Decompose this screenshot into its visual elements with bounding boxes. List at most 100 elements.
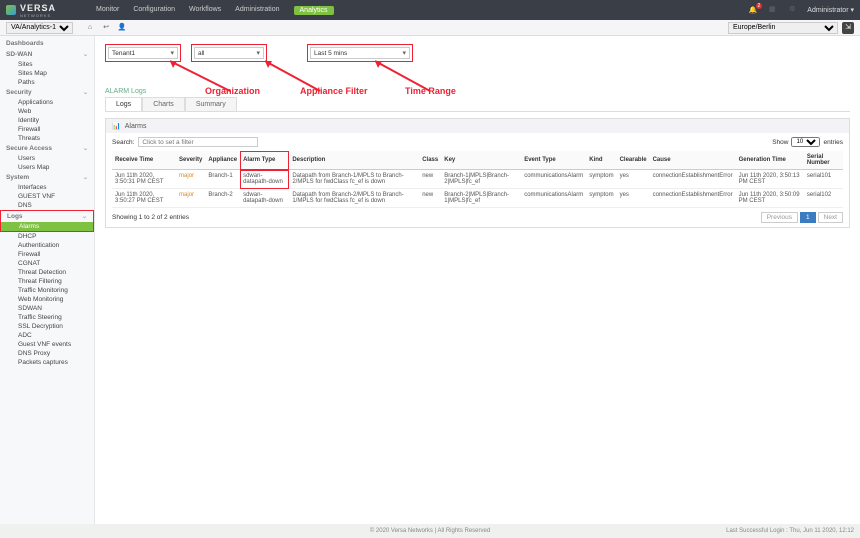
col-appliance[interactable]: Appliance: [205, 151, 240, 170]
user-icon[interactable]: 👤: [117, 23, 127, 33]
show-label: Show: [772, 139, 788, 146]
pager-prev[interactable]: Previous: [761, 212, 798, 223]
back-icon[interactable]: ↩: [101, 23, 111, 33]
sidebar-item-threat-detection[interactable]: Threat Detection: [0, 268, 94, 277]
cell-event-type: communicationsAlarm: [521, 189, 586, 208]
cell-cause: connectionEstablishmentError: [650, 189, 736, 208]
col-generation-time[interactable]: Generation Time: [736, 151, 804, 170]
chart-icon: 📊: [112, 122, 121, 130]
entries-label: entries: [823, 139, 843, 146]
col-clearable[interactable]: Clearable: [617, 151, 650, 170]
nav-analytics[interactable]: Analytics: [294, 6, 334, 15]
cell-receive-time: Jun 11th 2020, 3:50:27 PM CEST: [112, 189, 176, 208]
col-alarm-type[interactable]: Alarm Type: [240, 151, 289, 170]
settings-icon[interactable]: ⚙: [787, 5, 797, 15]
sidebar-item-threat-filtering[interactable]: Threat Filtering: [0, 277, 94, 286]
cell-class: new: [419, 189, 441, 208]
sidebar-item-users[interactable]: Users: [0, 154, 94, 163]
sidebar-group-logs[interactable]: Logs⌄: [1, 211, 93, 222]
log-tabs: Logs Charts Summary: [105, 97, 850, 112]
nav-configuration[interactable]: Configuration: [133, 6, 175, 15]
sidebar-logs-highlight: Logs⌄ Alarms: [0, 210, 94, 232]
chevron-down-icon: ⌄: [83, 51, 88, 58]
col-class[interactable]: Class: [419, 151, 441, 170]
timezone-select[interactable]: Europe/Berlin: [728, 22, 838, 34]
sidebar-item-applications[interactable]: Applications: [0, 98, 94, 107]
sidebar-item-dns-proxy[interactable]: DNS Proxy: [0, 349, 94, 358]
cell-serial-number: serial102: [804, 189, 843, 208]
col-severity[interactable]: Severity: [176, 151, 205, 170]
sidebar-item-alarms[interactable]: Alarms: [1, 222, 93, 231]
sidebar-item-traffic-steering[interactable]: Traffic Steering: [0, 313, 94, 322]
col-serial-number[interactable]: Serial Number: [804, 151, 843, 170]
tab-summary[interactable]: Summary: [185, 97, 237, 111]
cell-class: new: [419, 170, 441, 189]
sidebar-item-authentication[interactable]: Authentication: [0, 241, 94, 250]
search-input[interactable]: [138, 137, 258, 147]
sidebar-item-users-map[interactable]: Users Map: [0, 163, 94, 172]
col-kind[interactable]: Kind: [586, 151, 616, 170]
sidebar-item-guest-vnf[interactable]: GUEST VNF: [0, 192, 94, 201]
sidebar-item-guest-vnf-events[interactable]: Guest VNF events: [0, 340, 94, 349]
sidebar-item-web[interactable]: Web: [0, 107, 94, 116]
nav-administration[interactable]: Administration: [235, 6, 279, 15]
col-description[interactable]: Description: [289, 151, 419, 170]
sidebar-item-cgnat[interactable]: CGNAT: [0, 259, 94, 268]
entries-select[interactable]: 10: [791, 137, 820, 147]
cell-clearable: yes: [617, 170, 650, 189]
chevron-down-icon: ⌄: [83, 89, 88, 96]
nav-workflows[interactable]: Workflows: [189, 6, 221, 15]
sidebar-dashboards[interactable]: Dashboards: [0, 38, 94, 49]
col-receive-time[interactable]: Receive Time: [112, 151, 176, 170]
sidebar-item-firewall-log[interactable]: Firewall: [0, 250, 94, 259]
pager-next[interactable]: Next: [818, 212, 843, 223]
sidebar-item-ssl-decryption[interactable]: SSL Decryption: [0, 322, 94, 331]
cell-kind: symptom: [586, 189, 616, 208]
app-header: VERSA NETWORKS Monitor Configuration Wor…: [0, 0, 860, 20]
alarms-panel: 📊 Alarms Search: Show 10 entries Receive…: [105, 118, 850, 228]
cell-alarm-type: sdwan-datapath-down: [240, 189, 289, 208]
grid-icon[interactable]: ▦: [767, 5, 777, 15]
sidebar-item-firewall[interactable]: Firewall: [0, 125, 94, 134]
table-row[interactable]: Jun 11th 2020, 3:50:27 PM CEST major Bra…: [112, 189, 843, 208]
col-key[interactable]: Key: [441, 151, 521, 170]
sidebar-item-web-monitoring[interactable]: Web Monitoring: [0, 295, 94, 304]
sidebar-item-dns[interactable]: DNS: [0, 201, 94, 210]
export-icon[interactable]: ⇲: [842, 22, 854, 34]
footer-copyright: © 2020 Versa Networks | All Rights Reser…: [370, 528, 490, 534]
cell-event-type: communicationsAlarm: [521, 170, 586, 189]
sidebar-group-sdwan[interactable]: SD-WAN⌄: [0, 49, 94, 60]
versa-logo-icon: [6, 5, 16, 15]
sidebar-item-traffic-monitoring[interactable]: Traffic Monitoring: [0, 286, 94, 295]
sidebar-item-adc[interactable]: ADC: [0, 331, 94, 340]
sidebar-item-dhcp[interactable]: DHCP: [0, 232, 94, 241]
cell-severity: major: [176, 170, 205, 189]
cell-description: Datapath from Branch-1/MPLS to Branch-2/…: [289, 170, 419, 189]
sidebar-item-sites[interactable]: Sites: [0, 60, 94, 69]
footer: © 2020 Versa Networks | All Rights Reser…: [0, 524, 860, 538]
sidebar-group-security[interactable]: Security⌄: [0, 87, 94, 98]
context-select[interactable]: VA/Analytics-1: [6, 22, 73, 34]
sidebar-item-sites-map[interactable]: Sites Map: [0, 69, 94, 78]
col-event-type[interactable]: Event Type: [521, 151, 586, 170]
home-icon[interactable]: ⌂: [85, 23, 95, 33]
sidebar-item-sdwan-log[interactable]: SDWAN: [0, 304, 94, 313]
sidebar-item-identity[interactable]: Identity: [0, 116, 94, 125]
pager-page-1[interactable]: 1: [800, 212, 816, 223]
nav-monitor[interactable]: Monitor: [96, 6, 119, 15]
sidebar-item-paths[interactable]: Paths: [0, 78, 94, 87]
cell-description: Datapath from Branch-2/MPLS to Branch-1/…: [289, 189, 419, 208]
brand-logo: VERSA NETWORKS: [6, 3, 56, 18]
sidebar-item-interfaces[interactable]: Interfaces: [0, 183, 94, 192]
sidebar-item-threats[interactable]: Threats: [0, 134, 94, 143]
chevron-down-icon: ⌄: [82, 213, 87, 220]
tab-logs[interactable]: Logs: [105, 97, 142, 111]
sidebar-group-system[interactable]: System⌄: [0, 172, 94, 183]
table-row[interactable]: Jun 11th 2020, 3:50:31 PM CEST major Bra…: [112, 170, 843, 189]
col-cause[interactable]: Cause: [650, 151, 736, 170]
notifications-icon[interactable]: 🔔2: [749, 6, 758, 14]
sidebar-item-packets-captures[interactable]: Packets captures: [0, 358, 94, 367]
tab-charts[interactable]: Charts: [142, 97, 185, 111]
user-menu[interactable]: Administrator ▾: [807, 6, 854, 14]
sidebar-group-secure-access[interactable]: Secure Access⌄: [0, 143, 94, 154]
